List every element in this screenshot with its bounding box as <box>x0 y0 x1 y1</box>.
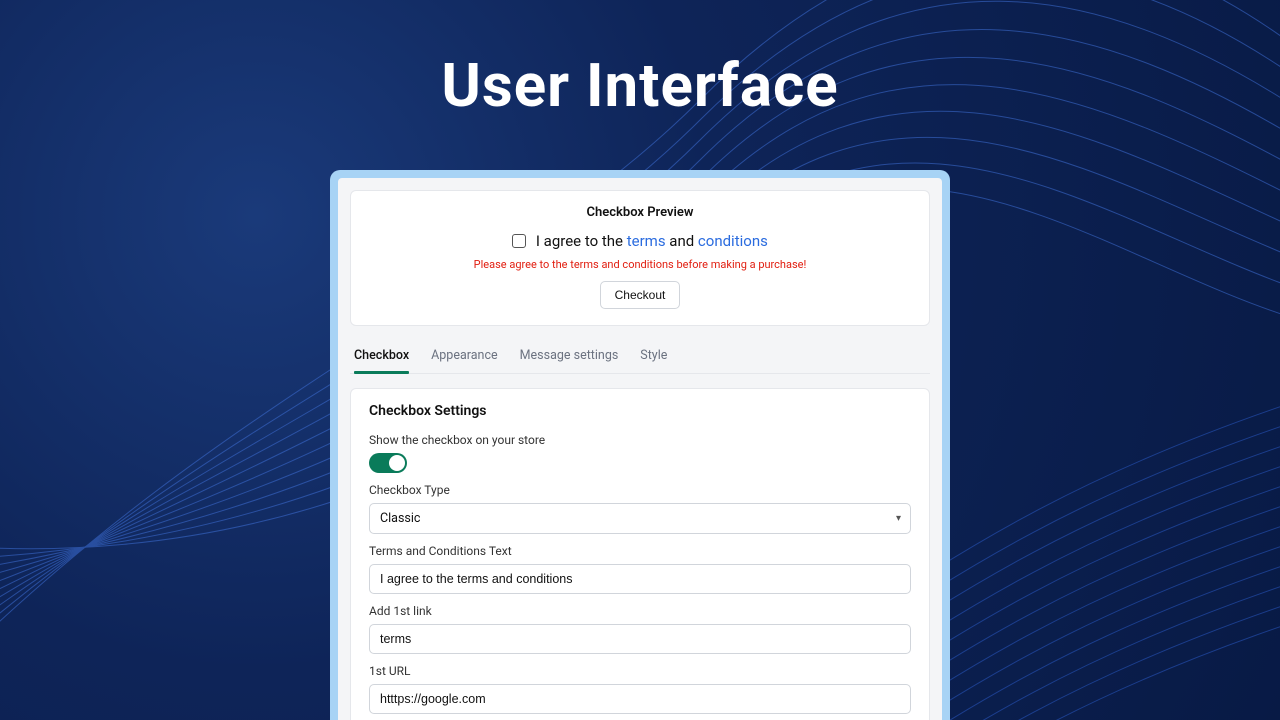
toggle-knob <box>389 455 405 471</box>
url1-input[interactable] <box>369 684 911 714</box>
tab-message-settings[interactable]: Message settings <box>520 342 619 373</box>
checkbox-preview-card: Checkbox Preview I agree to the terms an… <box>350 190 930 326</box>
preview-checkbox[interactable] <box>512 234 526 248</box>
preview-heading: Checkbox Preview <box>369 205 911 220</box>
tab-style[interactable]: Style <box>640 342 667 373</box>
url1-label: 1st URL <box>369 664 911 678</box>
show-checkbox-label: Show the checkbox on your store <box>369 433 911 447</box>
preview-link-terms[interactable]: terms <box>627 232 666 250</box>
checkbox-settings-card: Checkbox Settings Show the checkbox on y… <box>350 388 930 720</box>
settings-heading: Checkbox Settings <box>369 403 911 419</box>
preview-link-conditions[interactable]: conditions <box>698 232 768 250</box>
checkbox-type-label: Checkbox Type <box>369 483 911 497</box>
preview-text-mid: and <box>666 232 698 250</box>
settings-tabs: Checkbox Appearance Message settings Sty… <box>350 338 930 374</box>
preview-agree-row: I agree to the terms and conditions <box>369 232 911 250</box>
show-checkbox-toggle[interactable] <box>369 453 407 473</box>
preview-warning: Please agree to the terms and conditions… <box>369 258 911 271</box>
preview-text-prefix: I agree to the <box>536 232 627 250</box>
tnc-text-label: Terms and Conditions Text <box>369 544 911 558</box>
tab-appearance[interactable]: Appearance <box>431 342 498 373</box>
tab-checkbox[interactable]: Checkbox <box>354 342 409 373</box>
link1-label: Add 1st link <box>369 604 911 618</box>
background: User Interface Checkbox Preview I agree … <box>0 0 1280 720</box>
checkbox-type-select[interactable]: Classic <box>369 503 911 534</box>
link1-input[interactable] <box>369 624 911 654</box>
tnc-text-input[interactable] <box>369 564 911 594</box>
app-panel-inner: Checkbox Preview I agree to the terms an… <box>338 178 942 720</box>
page-title: User Interface <box>0 50 1280 121</box>
app-panel: Checkbox Preview I agree to the terms an… <box>330 170 950 720</box>
checkout-button[interactable]: Checkout <box>600 281 681 309</box>
